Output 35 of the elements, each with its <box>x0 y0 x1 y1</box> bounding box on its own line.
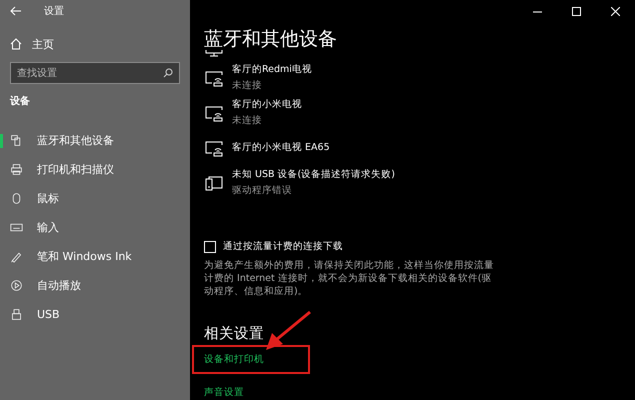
checkbox-label[interactable]: 通过按流量计费的连接下载 <box>223 240 343 253</box>
home-nav-item[interactable]: 主页 <box>0 22 190 54</box>
page-title: 蓝牙和其他设备 <box>204 27 338 50</box>
sidebar-nav-item[interactable]: 输入 <box>0 213 190 242</box>
settings-link[interactable]: 声音设置 <box>204 386 244 399</box>
settings-link[interactable]: 设备和打印机 <box>194 347 308 372</box>
device-item[interactable]: 客厅的Redmi电视 未连接 <box>204 60 635 95</box>
sidebar-nav-item[interactable]: 鼠标 <box>0 184 190 213</box>
close-icon[interactable] <box>611 6 620 16</box>
device-item[interactable]: 未知 USB 设备(设备描述符请求失败) 驱动程序错误 <box>204 165 635 200</box>
printer-icon <box>10 163 23 176</box>
checkbox[interactable] <box>204 240 216 252</box>
search-icon <box>163 68 173 78</box>
description-text: 为避免产生额外的费用，请保持关闭此功能，这样当你使用按流量计费的 Internet 连接时，就不会为新设备下载相关的设备软件(驱动程序、信息和应用)。 <box>204 259 494 298</box>
sidebar-nav-item[interactable]: 蓝牙和其他设备 <box>0 126 190 155</box>
mouse-icon <box>10 192 23 205</box>
search-field[interactable]: 查找设置 <box>10 62 180 84</box>
device-item[interactable]: 客厅的小米电视 EA65 <box>204 130 635 165</box>
sidebar-nav-item[interactable]: USB <box>0 300 190 329</box>
maximize-icon[interactable] <box>572 6 581 16</box>
sidebar-nav-item[interactable]: 打印机和扫描仪 <box>0 155 190 184</box>
annotation-arrow <box>266 310 311 350</box>
window-title: 设置 <box>44 4 64 18</box>
devices-icon <box>10 134 23 147</box>
back-arrow-icon[interactable] <box>10 6 22 16</box>
play-icon <box>10 279 23 292</box>
keyboard-icon <box>10 221 23 234</box>
section-heading: 相关设置 <box>204 325 265 343</box>
section-heading: 设备 <box>8 94 31 108</box>
sidebar-nav-item[interactable]: 自动播放 <box>0 271 190 300</box>
sidebar-nav-item[interactable]: 笔和 Windows Ink <box>0 242 190 271</box>
usb-plug-icon <box>10 308 23 321</box>
device-item[interactable]: 客厅的小米电视 未连接 <box>204 95 635 130</box>
pen-icon <box>10 250 23 263</box>
home-icon <box>10 38 22 50</box>
